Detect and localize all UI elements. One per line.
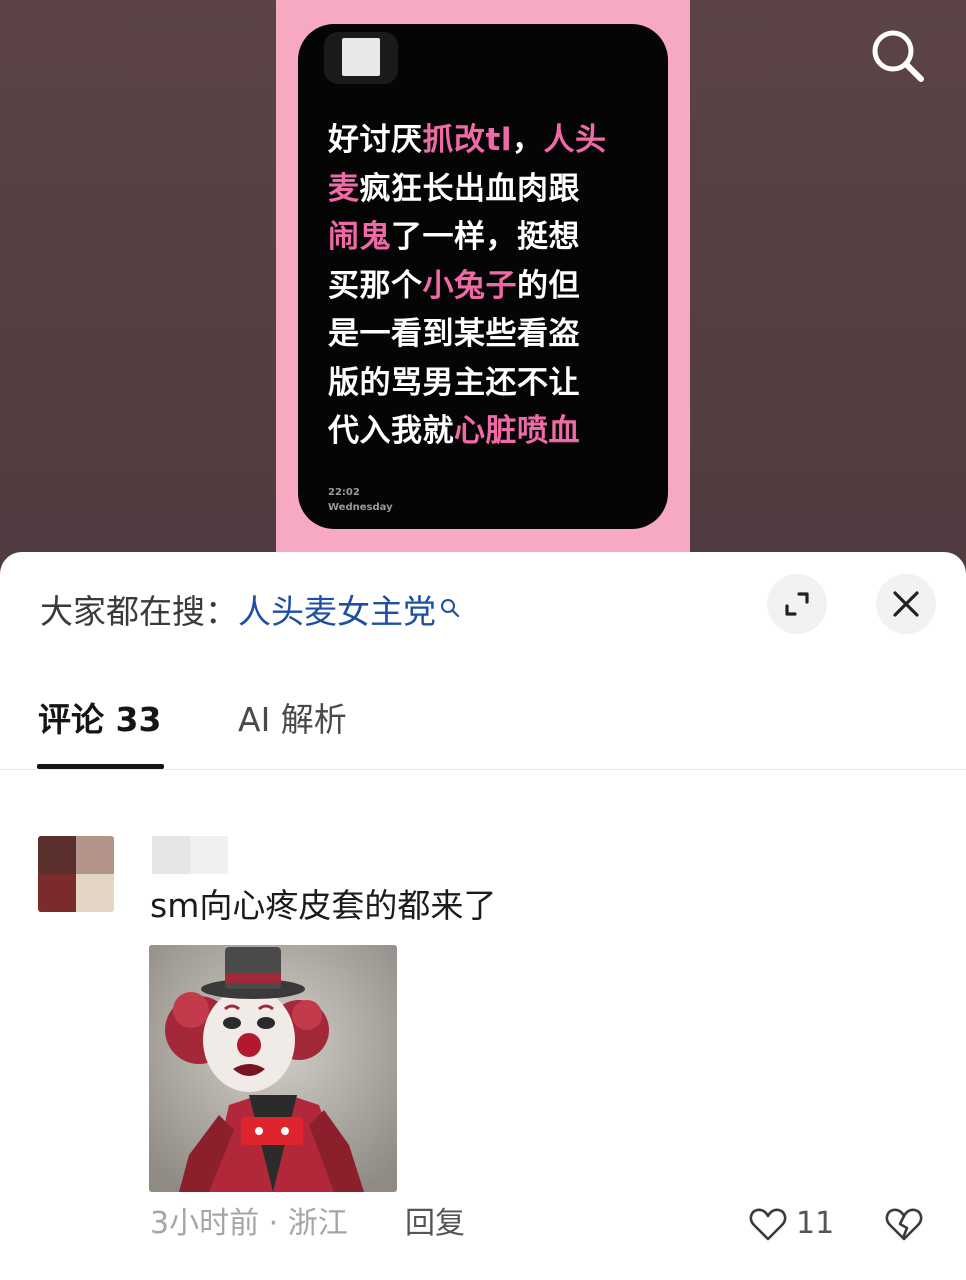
close-icon [893,591,919,617]
tab-ai-analysis[interactable]: AI 解析 [238,698,347,742]
comment-text: sm向心疼皮套的都来了 [150,886,497,925]
commenter-avatar[interactable] [38,836,114,912]
dislike-button[interactable] [884,1204,924,1244]
plain-text: 了一样，挺想 [391,219,580,255]
post-image-text: 好讨厌抓改tl，人头 麦疯狂长出血肉跟 闹鬼了一样，挺想 买那个小兔子的但 是一看到某些… [328,116,638,456]
comment-image[interactable] [149,945,397,1192]
post-text-line: 买那个小兔子的但 [328,262,638,311]
search-icon [872,30,924,82]
highlighted-text: 人头 [543,122,607,158]
post-text-line: 版的骂男主还不让 [328,359,638,408]
reply-button[interactable]: 回复 [405,1202,465,1246]
active-tab-indicator [37,764,164,769]
phone-time: 22:02 [328,487,360,498]
plain-text: 的但 [517,267,580,304]
plain-text: 疯狂长出血肉跟 [359,170,580,207]
post-text-line: 是一看到某些看盗 [328,310,638,359]
search-small-icon [441,599,460,618]
post-text-line: 好讨厌抓改tl，人头 [328,116,638,165]
expand-button[interactable] [767,574,827,634]
like-button[interactable]: 11 [748,1202,834,1246]
hot-search-prefix: 大家都在搜： [40,592,238,631]
expand-icon [785,592,809,616]
plain-text: 好讨厌 [328,122,423,158]
clown-character-illustration [149,945,397,1192]
comment-meta: 3小时前 · 浙江 [150,1206,348,1241]
tab-comments[interactable]: 评论 33 [38,698,161,742]
plain-text: 是一看到某些看盗 [328,316,580,352]
post-text-line: 代入我就心脏喷血 [328,407,638,456]
plain-text: 买那个 [328,267,423,304]
post-text-line: 麦疯狂长出血肉跟 [328,165,638,214]
plain-text: 版的骂男主还不让 [328,364,580,401]
highlighted-text: 抓改tl [422,122,512,158]
plain-text: 代入我就 [328,413,454,449]
phone-timestamp: 22:02 Wednesday [328,485,393,515]
plain-text: ， [511,122,544,158]
broken-heart-icon [885,1208,923,1241]
commenter-username[interactable] [152,836,228,874]
like-count: 11 [796,1206,835,1241]
tab-bar: 评论 33 AI 解析 [0,680,966,770]
highlighted-text: 心脏喷血 [454,413,580,449]
post-image[interactable]: 好讨厌抓改tl，人头 麦疯狂长出血肉跟 闹鬼了一样，挺想 买那个小兔子的但 是一看到某些… [298,24,668,529]
highlighted-text: 小兔子 [422,267,517,304]
hot-search-keyword[interactable]: 人头麦女主党 [238,590,436,634]
hot-search-bar[interactable]: 大家都在搜： 人头麦女主党 [40,590,460,634]
highlighted-text: 闹鬼 [328,219,391,255]
post-text-line: 闹鬼了一样，挺想 [328,213,638,262]
blurred-avatar [342,38,380,76]
comment-sheet: 大家都在搜： 人头麦女主党 评论 33 AI 解析 sm向心疼皮套的都来了 3小… [0,552,966,1280]
close-button[interactable] [876,574,936,634]
heart-outline-icon [749,1208,787,1241]
highlighted-text: 麦 [328,170,360,207]
phone-weekday: Wednesday [328,502,393,513]
search-button[interactable] [866,24,930,88]
